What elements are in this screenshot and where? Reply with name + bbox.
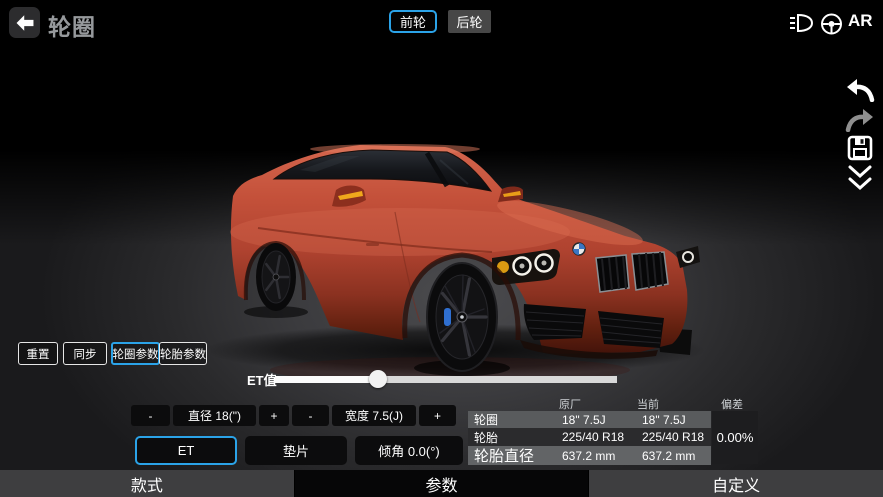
- diameter-plus-button[interactable]: +: [259, 405, 289, 426]
- wheel-params-button[interactable]: 轮圈参数: [111, 342, 160, 365]
- et-slider-thumb[interactable]: [369, 370, 387, 388]
- bottom-tab-bar: 款式 参数 自定义: [0, 470, 883, 497]
- table-header-original: 原厂: [545, 396, 595, 412]
- table-row-tire-diameter: 轮胎直径 637.2 mm 637.2 mm: [468, 446, 711, 465]
- back-button[interactable]: [9, 7, 40, 38]
- diameter-minus-button[interactable]: -: [131, 405, 170, 426]
- row-label: 轮胎: [468, 429, 562, 446]
- mode-spacer-button[interactable]: 垫片: [245, 436, 347, 465]
- tab-style[interactable]: 款式: [0, 470, 294, 497]
- tab-parameters[interactable]: 参数: [295, 470, 589, 497]
- width-plus-button[interactable]: +: [419, 405, 456, 426]
- row-current-value: 637.2 mm: [642, 449, 711, 463]
- et-slider-label: ET值: [247, 370, 277, 389]
- table-header-current: 当前: [623, 396, 673, 412]
- reset-button[interactable]: 重置: [18, 342, 58, 365]
- redo-icon[interactable]: [845, 107, 875, 132]
- deviation-value: 0.00%: [712, 411, 758, 464]
- table-row-wheel: 轮圈 18" 7.5J 18" 7.5J: [468, 411, 711, 428]
- width-value: 宽度 7.5(J): [332, 405, 416, 426]
- table-header-deviation: 偏差: [707, 396, 757, 412]
- tab-rear-wheel[interactable]: 后轮: [448, 10, 491, 33]
- table-row-tire: 轮胎 225/40 R18 225/40 R18: [468, 428, 711, 446]
- width-minus-button[interactable]: -: [292, 405, 329, 426]
- et-slider[interactable]: [275, 376, 617, 383]
- mode-et-button[interactable]: ET: [135, 436, 237, 465]
- save-icon[interactable]: [847, 135, 873, 161]
- row-original-value: 225/40 R18: [562, 430, 642, 444]
- diameter-value: 直径 18("): [173, 405, 256, 426]
- row-current-value: 18" 7.5J: [642, 413, 711, 427]
- tab-custom[interactable]: 自定义: [589, 470, 883, 497]
- row-original-value: 637.2 mm: [562, 449, 642, 463]
- row-original-value: 18" 7.5J: [562, 413, 642, 427]
- mode-camber-button[interactable]: 倾角 0.0(°): [355, 436, 463, 465]
- sync-button[interactable]: 同步: [63, 342, 107, 365]
- tab-front-wheel[interactable]: 前轮: [389, 10, 437, 33]
- page-title: 轮圈: [48, 8, 96, 42]
- row-label: 轮圈: [468, 411, 562, 428]
- row-current-value: 225/40 R18: [642, 430, 711, 444]
- app-window: 轮圈 前轮 后轮 AR 重置 同步 轮圈参数 轮胎参数 ET值 - 直: [0, 0, 883, 497]
- undo-icon[interactable]: [845, 77, 875, 102]
- headlight-icon[interactable]: [789, 12, 815, 34]
- row-label: 轮胎直径: [468, 445, 562, 466]
- ar-mode-button[interactable]: AR: [848, 11, 873, 31]
- tire-params-button[interactable]: 轮胎参数: [159, 342, 207, 365]
- steering-wheel-icon[interactable]: [819, 12, 844, 36]
- et-slider-fill: [275, 376, 378, 383]
- collapse-panel-icon[interactable]: [847, 164, 873, 194]
- back-arrow-icon: [15, 14, 35, 32]
